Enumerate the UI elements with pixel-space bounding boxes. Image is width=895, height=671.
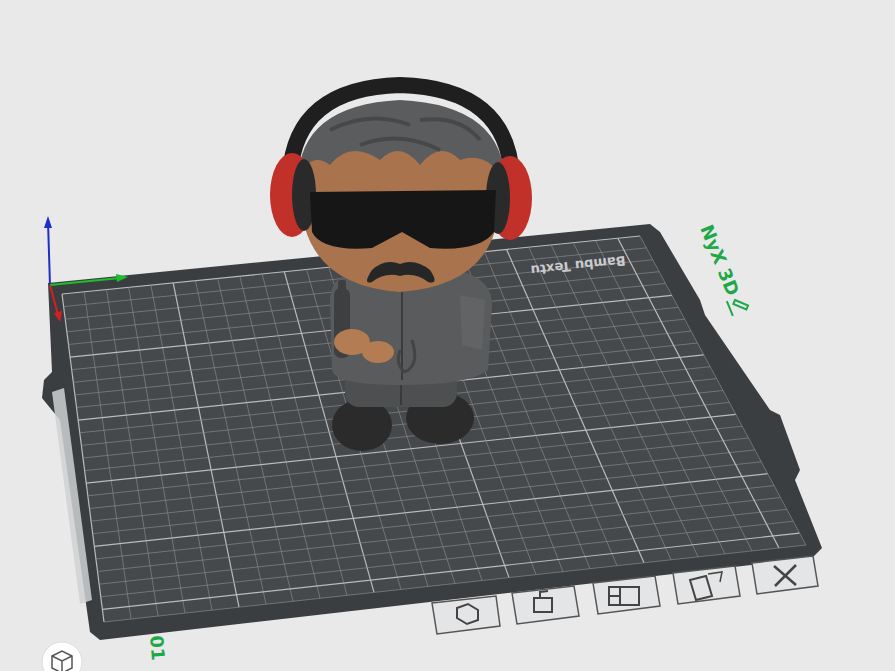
- view-cube-icon[interactable]: [42, 642, 82, 671]
- plate-surface: [62, 236, 806, 622]
- lock-plate-icon[interactable]: [512, 586, 579, 624]
- plate-name[interactable]: NyX 3D: [696, 222, 743, 299]
- plate-grid: [62, 236, 806, 622]
- grid-line: [484, 252, 617, 566]
- slice-plate-icon[interactable]: [432, 596, 500, 634]
- edit-name-icon[interactable]: [727, 294, 750, 316]
- grid-line: [98, 498, 781, 572]
- grid-line: [88, 426, 742, 496]
- viewport-3d[interactable]: Bambu Textu NyX 3D 01: [0, 0, 895, 671]
- grid-line: [573, 243, 725, 554]
- plate-toolbar: [432, 556, 818, 634]
- plate-texture-label: Bambu Textu: [530, 253, 626, 278]
- delete-plate-icon[interactable]: [752, 556, 818, 594]
- plate-index: 01: [146, 635, 169, 662]
- grid-line: [90, 438, 749, 509]
- grid-line: [618, 238, 779, 548]
- axes-icon: [44, 216, 128, 322]
- plate-strip: [52, 388, 92, 604]
- scene-canvas[interactable]: Bambu Textu NyX 3D 01: [0, 0, 895, 671]
- grid-line: [102, 533, 799, 609]
- orient-icon[interactable]: [673, 566, 740, 604]
- arrange-icon[interactable]: [593, 576, 660, 614]
- figurine-model[interactable]: [270, 85, 532, 451]
- grid-line: [529, 247, 671, 560]
